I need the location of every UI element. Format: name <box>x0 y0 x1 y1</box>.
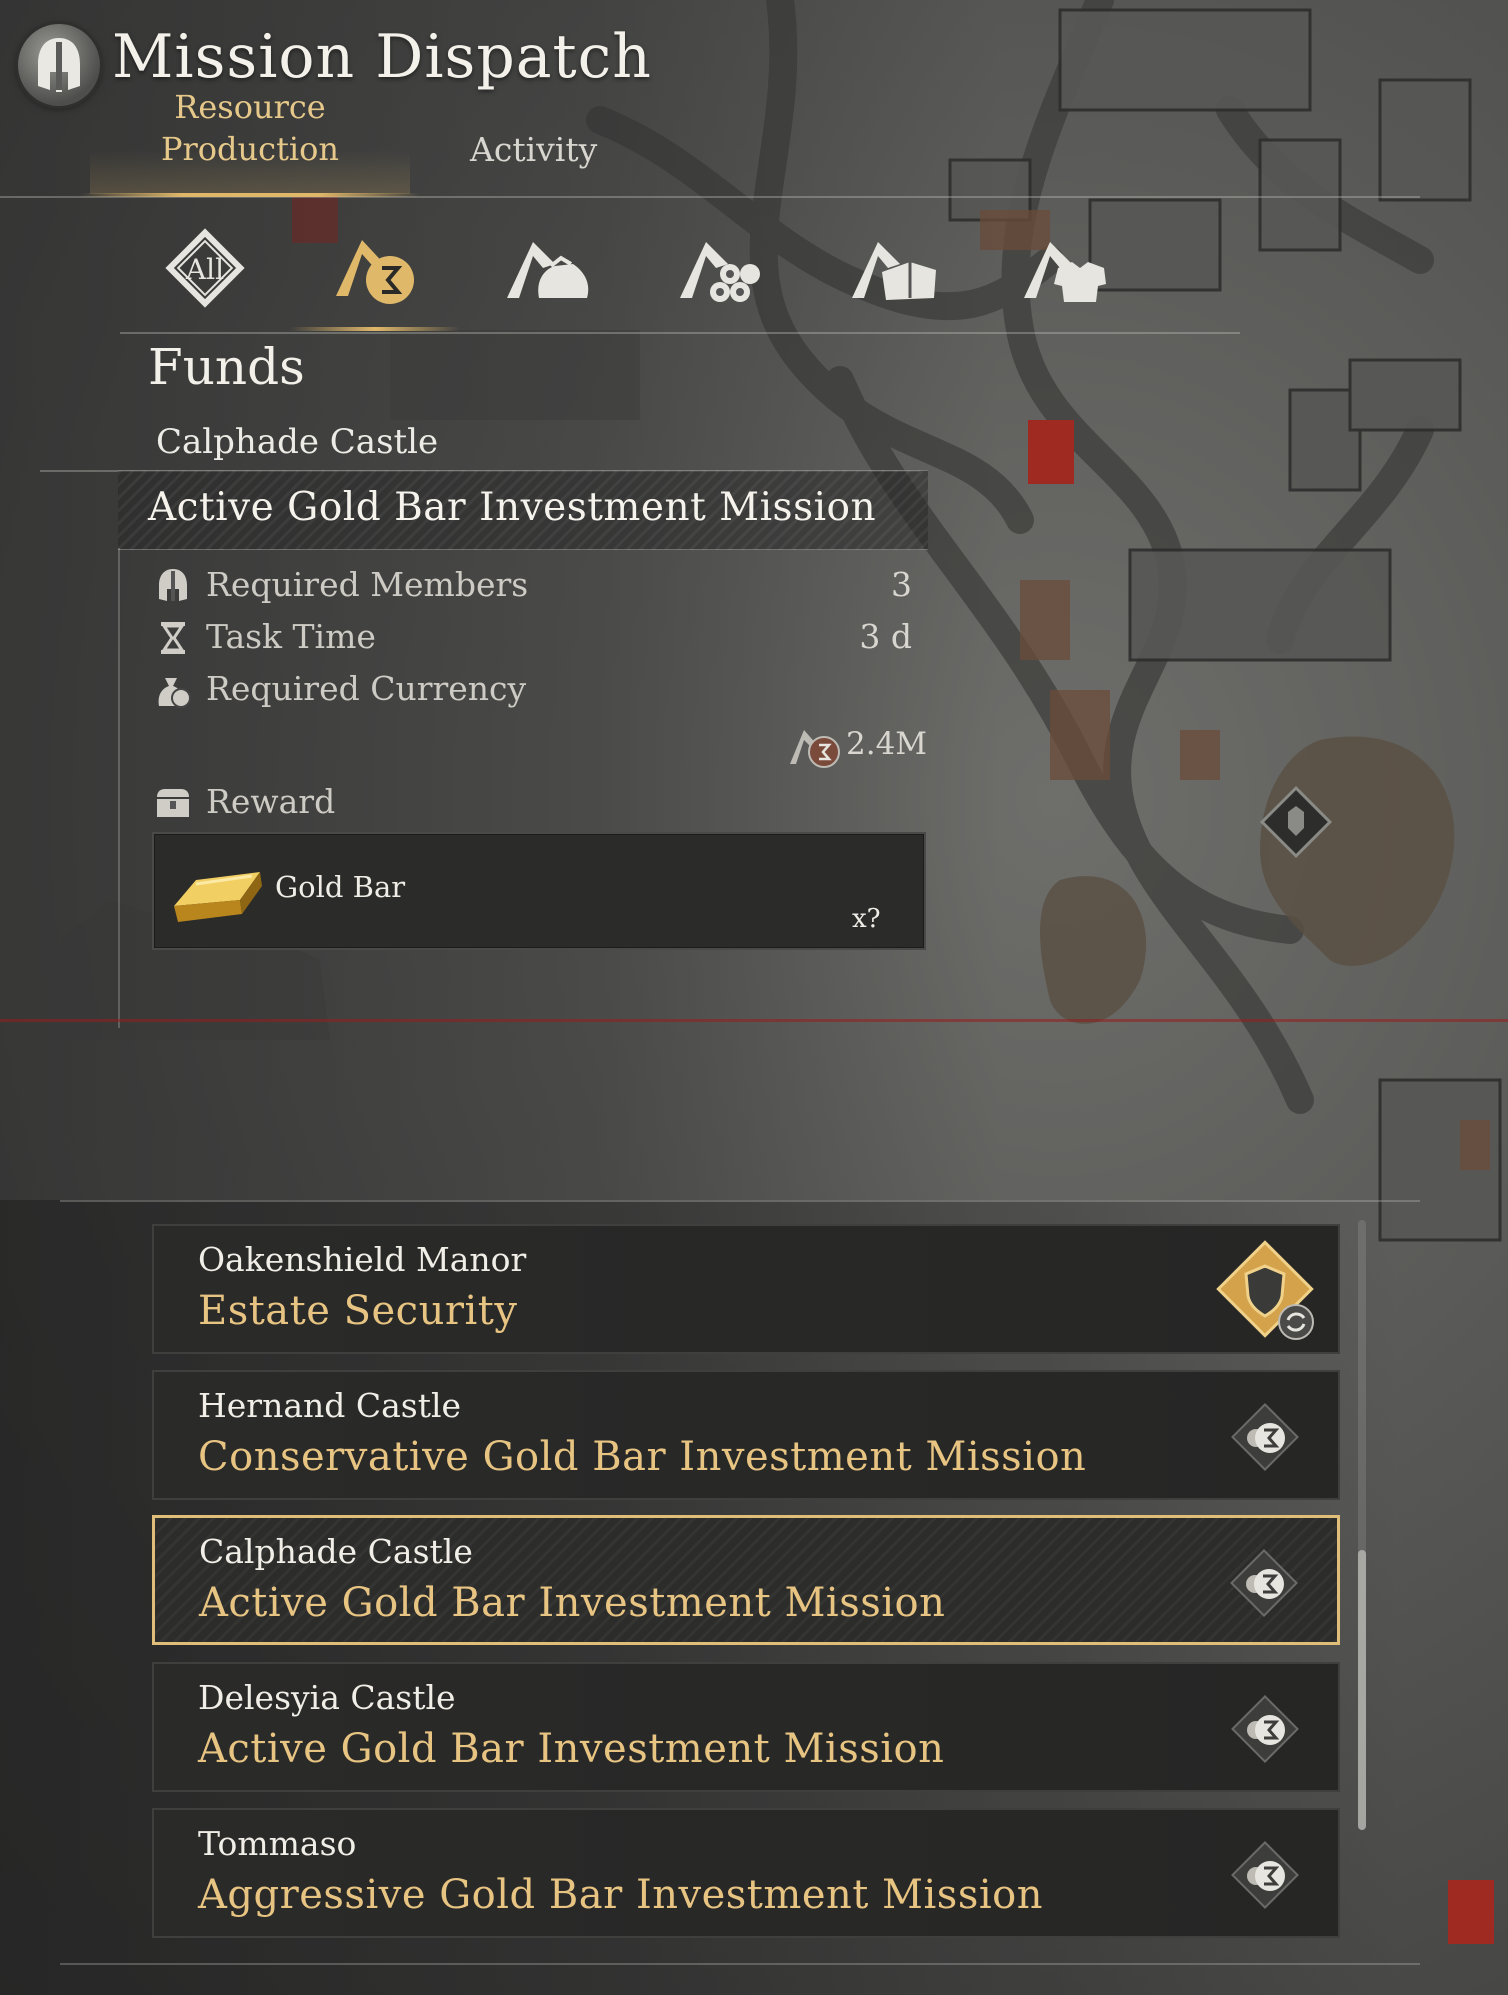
detail-vertical-rule <box>118 548 120 1028</box>
list-bottom-divider <box>60 1963 1420 1965</box>
funds-icon <box>336 240 414 304</box>
required-members-value: 3 <box>891 565 912 604</box>
list-scrollbar-thumb[interactable] <box>1358 1550 1366 1830</box>
category-stone-button[interactable] <box>840 218 950 318</box>
tab-resource-production[interactable]: Resource Production <box>140 86 360 170</box>
mission-card-location: Delesyia Castle <box>198 1678 456 1717</box>
tab-resource-production-line2: Production <box>160 130 340 168</box>
active-category-underline <box>290 327 460 331</box>
map-boundary-line <box>0 1019 1508 1022</box>
mission-card[interactable]: Oakenshield Manor Estate Security <box>152 1224 1340 1354</box>
hourglass-icon <box>153 618 193 658</box>
reward-label: Reward <box>206 782 336 821</box>
shield-refresh-icon <box>1210 1234 1320 1344</box>
mission-card-name: Aggressive Gold Bar Investment Mission <box>198 1872 1043 1918</box>
required-members-label: Required Members <box>206 565 529 604</box>
category-iron-button[interactable] <box>1012 218 1122 318</box>
mission-card-name: Active Gold Bar Investment Mission <box>199 1580 946 1626</box>
list-top-divider <box>60 1200 1420 1202</box>
stone-block-icon <box>852 242 936 300</box>
mission-card-name: Estate Security <box>198 1288 518 1334</box>
active-tab-underline <box>80 193 420 197</box>
detail-mission-name: Active Gold Bar Investment Mission <box>148 485 877 530</box>
food-sack-icon <box>507 242 589 298</box>
funds-currency-icon <box>786 720 842 770</box>
funds-icon <box>1220 1684 1310 1774</box>
funds-icon <box>1219 1538 1309 1628</box>
mission-card-location: Hernand Castle <box>198 1386 462 1425</box>
category-food-button[interactable] <box>495 218 605 318</box>
mission-card[interactable]: Delesyia Castle Active Gold Bar Investme… <box>152 1662 1340 1792</box>
mission-card-selected[interactable]: Calphade Castle Active Gold Bar Investme… <box>152 1515 1340 1645</box>
funds-icon <box>1220 1392 1310 1482</box>
reward-item-quantity: x? <box>852 904 881 934</box>
mission-card[interactable]: Hernand Castle Conservative Gold Bar Inv… <box>152 1370 1340 1500</box>
mission-card[interactable]: Tommaso Aggressive Gold Bar Investment M… <box>152 1808 1340 1938</box>
iron-armor-icon <box>1024 242 1106 302</box>
mission-card-location: Tommaso <box>198 1824 357 1863</box>
mission-card-location: Calphade Castle <box>199 1532 473 1571</box>
helmet-icon <box>153 565 193 605</box>
category-funds-button[interactable] <box>322 218 432 318</box>
category-title: Funds <box>148 338 305 396</box>
page-title: Mission Dispatch <box>112 22 652 92</box>
helmet-logo-icon <box>18 24 100 106</box>
funds-icon <box>1220 1830 1310 1920</box>
mission-card-name: Conservative Gold Bar Investment Mission <box>198 1434 1087 1480</box>
currency-bag-icon <box>153 670 193 710</box>
required-currency-value: 2.4M <box>846 726 928 762</box>
wood-logs-icon <box>680 242 760 302</box>
tab-resource-production-line1: Resource <box>174 88 326 126</box>
required-currency-label: Required Currency <box>206 669 527 708</box>
mission-card-name: Active Gold Bar Investment Mission <box>198 1726 945 1772</box>
category-wood-button[interactable] <box>668 218 778 318</box>
category-all-button[interactable]: All <box>150 218 260 318</box>
task-time-label: Task Time <box>206 617 376 656</box>
category-divider <box>120 332 1240 334</box>
task-time-value: 3 d <box>859 617 912 656</box>
tab-activity[interactable]: Activity <box>470 130 597 169</box>
detail-location: Calphade Castle <box>156 422 439 462</box>
chest-icon <box>153 783 193 823</box>
reward-item-box[interactable] <box>152 832 926 950</box>
all-icon: All <box>165 228 245 308</box>
all-icon-label: All <box>185 253 224 286</box>
reward-item-name: Gold Bar <box>275 870 406 904</box>
gold-bar-icon <box>166 850 266 930</box>
mission-card-location: Oakenshield Manor <box>198 1240 527 1279</box>
